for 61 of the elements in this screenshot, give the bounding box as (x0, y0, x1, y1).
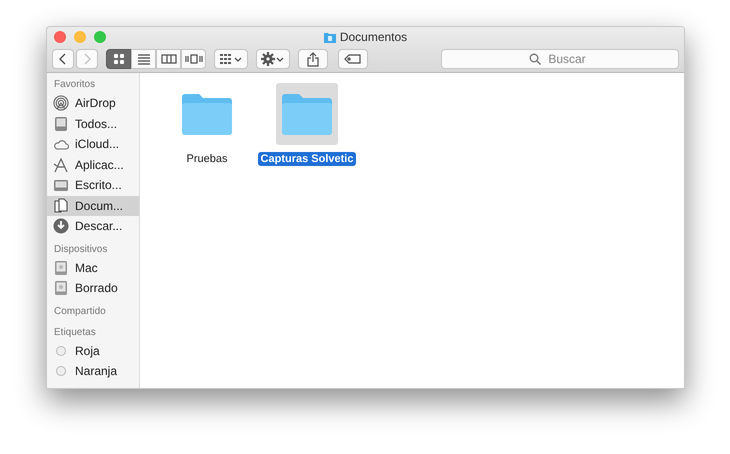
item-label: Naranja (75, 364, 118, 378)
view-mode-button[interactable] (181, 49, 206, 69)
folder-icon (182, 93, 232, 135)
airdrop-icon (53, 95, 69, 112)
share-icon (307, 52, 319, 66)
view-mode-button[interactable] (156, 49, 181, 69)
sidebar-item[interactable]: Descar... (47, 216, 139, 236)
sidebar-item[interactable]: Borrado (47, 278, 139, 298)
view-mode-button[interactable] (106, 49, 131, 69)
folder-icon (282, 93, 332, 135)
grid-icon (112, 53, 124, 65)
download-icon (53, 218, 69, 234)
chevron-left-icon (59, 53, 67, 65)
chevron-right-icon (83, 53, 91, 65)
desktop-icon (53, 177, 69, 194)
sidebar-item[interactable]: Todos... (47, 114, 139, 134)
grid-dropdown-icon (219, 53, 243, 65)
item-label: Todos... (75, 116, 118, 131)
sidebar-item[interactable]: Naranja (47, 361, 139, 382)
item-label: Escrito... (75, 178, 122, 192)
columns-icon (160, 53, 176, 65)
apps-icon (53, 156, 69, 173)
list-icon (136, 53, 150, 65)
folder-icon (324, 32, 336, 42)
search-field[interactable]: Buscar (441, 49, 679, 69)
sidebar-item[interactable]: iCloud... (47, 134, 139, 154)
item-label: Mac (75, 260, 98, 275)
sidebar-item[interactable]: AirDrop (47, 93, 139, 114)
sidebar-item[interactable]: Escrito... (47, 175, 139, 196)
folder-name: Capturas Solvetic (258, 152, 356, 166)
item-label: Docum... (75, 198, 124, 213)
section-header: Etiquetas (53, 326, 97, 340)
window-title: Documentos (340, 30, 408, 44)
sidebar-item[interactable]: Docum... (47, 196, 139, 216)
tag-button[interactable] (338, 49, 368, 69)
item-label: Descar... (75, 219, 122, 234)
section-header: Dispositivos (53, 242, 108, 256)
item-label: Roja (75, 344, 100, 358)
arrange-button[interactable] (214, 49, 248, 69)
share-button[interactable] (298, 49, 328, 69)
folder-item[interactable]: Pruebas (162, 83, 252, 166)
drawer-icon (53, 116, 69, 132)
cover-flow-icon (184, 53, 202, 65)
close-button[interactable] (54, 31, 66, 43)
item-label: Borrado (75, 281, 118, 296)
view-mode-button[interactable] (131, 49, 156, 69)
item-label: AirDrop (75, 96, 116, 110)
search-icon (529, 53, 541, 65)
sidebar-item[interactable]: Roja (47, 340, 139, 361)
back-button[interactable] (52, 49, 74, 69)
documents-icon (53, 198, 69, 214)
sidebar-item[interactable]: Aplicac... (47, 154, 139, 175)
tag-icon (344, 54, 362, 64)
folder-name: Pruebas (186, 152, 228, 166)
section-header: Compartido (53, 304, 107, 318)
section-header: Favoritos (53, 78, 96, 92)
item-label: iCloud... (75, 137, 120, 152)
action-button[interactable] (256, 49, 290, 69)
sidebar-item[interactable]: Mac (47, 258, 139, 278)
gear-dropdown-icon (261, 52, 285, 66)
item-label: Aplicac... (75, 158, 124, 172)
